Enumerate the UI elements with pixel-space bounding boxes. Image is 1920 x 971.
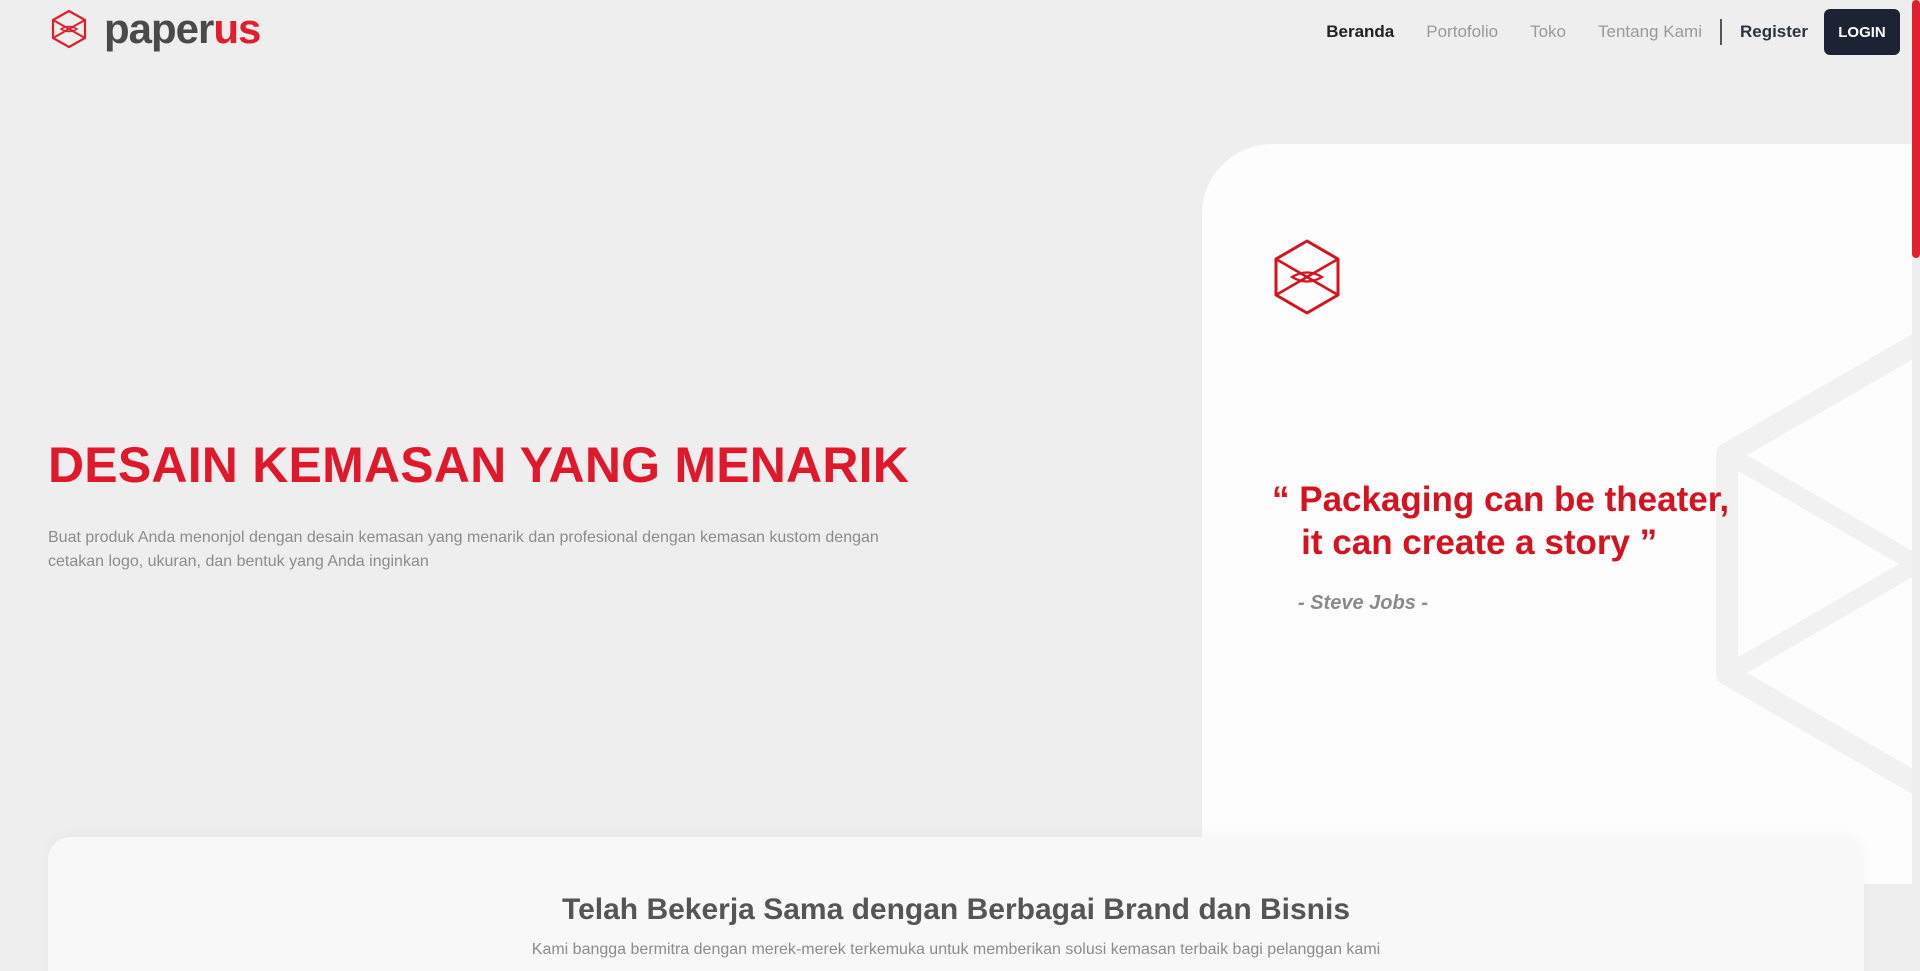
quote-text: “ Packaging can be theater, it can creat…: [1272, 478, 1729, 564]
brand-name: paperus: [104, 5, 261, 52]
brand-name-part2: us: [213, 5, 261, 52]
register-link[interactable]: Register: [1740, 22, 1808, 42]
nav-beranda[interactable]: Beranda: [1326, 22, 1394, 42]
partners-title: Telah Bekerja Sama dengan Berbagai Brand…: [561, 893, 1351, 926]
partners-section: Telah Bekerja Sama dengan Berbagai Brand…: [48, 837, 1864, 971]
page: paperus Beranda Portofolio Toko Tentang …: [0, 0, 1920, 971]
quote-author: - Steve Jobs -: [1298, 592, 1429, 614]
nav-portofolio[interactable]: Portofolio: [1426, 22, 1498, 42]
quote-line-2: it can create a story ”: [1272, 523, 1658, 562]
brand[interactable]: paperus: [48, 5, 261, 52]
brand-name-part1: paper: [104, 5, 214, 52]
hero-title: DESAIN KEMASAN YANG MENARIK: [48, 437, 910, 493]
partners-subtitle: Kami bangga bermitra dengan merek-merek …: [531, 941, 1381, 958]
nav-tentang-kami[interactable]: Tentang Kami: [1598, 22, 1702, 42]
site-header: paperus Beranda Portofolio Toko Tentang …: [0, 0, 1920, 64]
login-button[interactable]: LOGIN: [1824, 9, 1900, 55]
hero-description: Buat produk Anda menonjol dengan desain …: [48, 529, 879, 570]
scrollbar-thumb[interactable]: [1912, 0, 1920, 258]
hexagon-watermark-icon: [1716, 333, 1920, 795]
nav-toko[interactable]: Toko: [1530, 22, 1566, 42]
quote-line-1: “ Packaging can be theater,: [1272, 480, 1730, 519]
quote-card: “ Packaging can be theater, it can creat…: [1202, 144, 1920, 884]
card-logo-icon: [1274, 239, 1340, 315]
brand-logo-icon: [51, 9, 87, 49]
scrollbar-track[interactable]: [1912, 0, 1920, 971]
nav-divider: [1719, 19, 1722, 45]
main-nav: Beranda Portofolio Toko Tentang Kami Reg…: [1326, 8, 1900, 56]
